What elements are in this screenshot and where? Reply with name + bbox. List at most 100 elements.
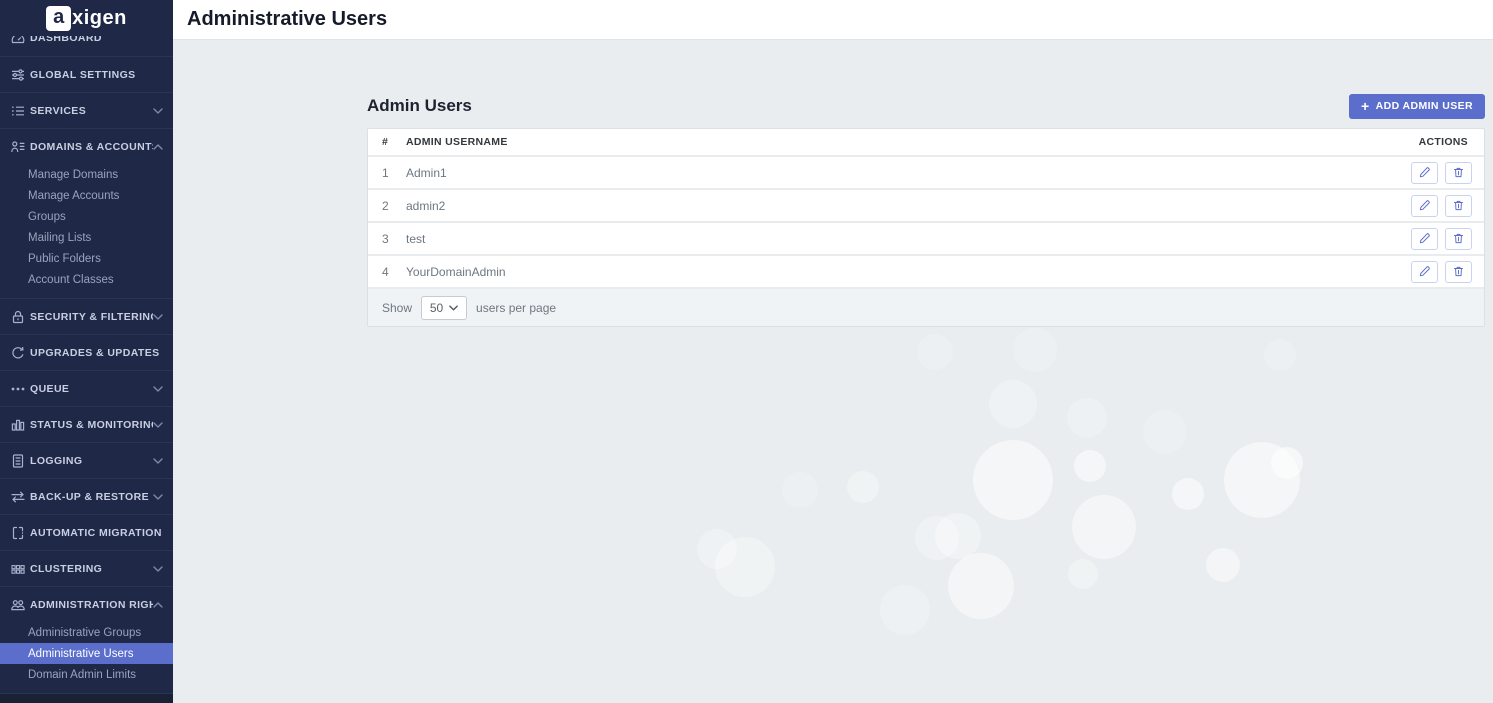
row-username: admin2 [406, 199, 1408, 213]
background-bubble [697, 529, 737, 569]
trash-icon [1452, 199, 1465, 212]
panel-header: Admin Users + ADD ADMIN USER [367, 93, 1485, 119]
upgrades-updates-icon [10, 345, 26, 361]
trash-icon [1452, 166, 1465, 179]
administration-rights-icon [10, 597, 26, 613]
column-header-actions: ACTIONS [1408, 136, 1484, 148]
background-bubble [715, 537, 775, 597]
axigen-logo[interactable]: axigen [46, 6, 127, 31]
background-bubble [1072, 495, 1136, 559]
add-admin-user-button[interactable]: + ADD ADMIN USER [1349, 94, 1485, 119]
row-username: YourDomainAdmin [406, 265, 1408, 279]
per-page-select[interactable]: 50 [421, 296, 467, 320]
sidebar-item-automatic-migration[interactable]: AUTOMATIC MIGRATION [0, 514, 173, 550]
sidebar-item-public-folders[interactable]: Public Folders [0, 248, 173, 269]
edit-user-button[interactable] [1411, 195, 1438, 217]
delete-user-button[interactable] [1445, 261, 1472, 283]
pencil-icon [1418, 166, 1431, 179]
add-admin-user-label: ADD ADMIN USER [1376, 100, 1473, 112]
sidebar-item-administrative-groups[interactable]: Administrative Groups [0, 622, 173, 643]
sidebar-item-mailing-lists[interactable]: Mailing Lists [0, 227, 173, 248]
sidebar-item-domains-accounts[interactable]: DOMAINS & ACCOUNTS [0, 128, 173, 164]
table-header-row: # ADMIN USERNAME ACTIONS [368, 129, 1484, 157]
sidebar-subitem-label: Administrative Users [28, 648, 133, 660]
chevron-down-icon [153, 566, 163, 572]
table-footer: Show 50 users per page [368, 289, 1484, 326]
row-number: 3 [368, 232, 406, 246]
sidebar-item-domain-admin-limits[interactable]: Domain Admin Limits [0, 664, 173, 685]
sidebar-item-label: ADMINISTRATION RIGHTS [30, 599, 153, 611]
delete-user-button[interactable] [1445, 162, 1472, 184]
sidebar-item-label: CLUSTERING [30, 563, 153, 575]
sidebar-item-account-classes[interactable]: Account Classes [0, 269, 173, 290]
sidebar-item-administration-rights[interactable]: ADMINISTRATION RIGHTS [0, 586, 173, 622]
sidebar-item-global-settings[interactable]: GLOBAL SETTINGS [0, 56, 173, 92]
row-username: Admin1 [406, 166, 1408, 180]
sidebar-subitem-label: Groups [28, 211, 66, 223]
sidebar-item-upgrades-updates[interactable]: UPGRADES & UPDATES [0, 334, 173, 370]
sidebar-item-groups[interactable]: Groups [0, 206, 173, 227]
sidebar-item-manage-domains[interactable]: Manage Domains [0, 164, 173, 185]
sidebar-subitem-label: Account Classes [28, 274, 114, 286]
background-bubble [1271, 447, 1303, 479]
sidebar-item-label: UPGRADES & UPDATES [30, 347, 163, 359]
sidebar-item-clustering[interactable]: CLUSTERING [0, 550, 173, 586]
per-page-value: 50 [430, 301, 443, 315]
sidebar-item-queue[interactable]: QUEUE [0, 370, 173, 406]
sidebar-item-label: QUEUE [30, 383, 153, 395]
queue-icon [10, 381, 26, 397]
sidebar-bottom-strip [0, 693, 173, 703]
background-bubble [1143, 410, 1187, 454]
sidebar-item-label: SERVICES [30, 105, 153, 117]
sidebar-subitem-label: Manage Accounts [28, 190, 119, 202]
admin-users-panel: Admin Users + ADD ADMIN USER # ADMIN USE… [367, 93, 1485, 327]
status-monitoring-icon [10, 417, 26, 433]
column-header-number: # [368, 136, 406, 148]
sidebar-subitem-label: Domain Admin Limits [28, 669, 136, 681]
table-row: 4 YourDomainAdmin [368, 256, 1484, 289]
sidebar-item-label: DOMAINS & ACCOUNTS [30, 141, 153, 153]
row-number: 1 [368, 166, 406, 180]
table-row: 2 admin2 [368, 190, 1484, 223]
sidebar-item-label: AUTOMATIC MIGRATION [30, 527, 163, 539]
background-bubble [915, 516, 959, 560]
sidebar-item-security-filtering[interactable]: SECURITY & FILTERING [0, 298, 173, 334]
edit-user-button[interactable] [1411, 162, 1438, 184]
sidebar-item-back-up-restore[interactable]: BACK-UP & RESTORE [0, 478, 173, 514]
chevron-down-icon [153, 314, 163, 320]
table-row: 3 test [368, 223, 1484, 256]
pencil-icon [1418, 232, 1431, 245]
background-bubble [880, 585, 930, 635]
sidebar-subitem-label: Mailing Lists [28, 232, 91, 244]
sidebar: DASHBOARD GLOBAL SETTINGS SERVICES DOMAI… [0, 0, 173, 703]
sidebar-subitem-label: Administrative Groups [28, 627, 141, 639]
page-title: Administrative Users [187, 8, 387, 31]
row-username: test [406, 232, 1408, 246]
edit-user-button[interactable] [1411, 228, 1438, 250]
sidebar-item-label: STATUS & MONITORING [30, 419, 153, 431]
delete-user-button[interactable] [1445, 228, 1472, 250]
delete-user-button[interactable] [1445, 195, 1472, 217]
sidebar-item-manage-accounts[interactable]: Manage Accounts [0, 185, 173, 206]
background-bubble [1068, 559, 1098, 589]
pencil-icon [1418, 265, 1431, 278]
sidebar-item-administrative-users[interactable]: Administrative Users [0, 643, 173, 664]
sidebar-item-logging[interactable]: LOGGING [0, 442, 173, 478]
background-bubble [989, 380, 1037, 428]
logo-a-mark: a [46, 6, 71, 31]
sidebar-item-status-monitoring[interactable]: STATUS & MONITORING [0, 406, 173, 442]
trash-icon [1452, 232, 1465, 245]
table-row: 1 Admin1 [368, 157, 1484, 190]
column-header-username: ADMIN USERNAME [406, 136, 1408, 148]
backup-restore-icon [10, 489, 26, 505]
sidebar-item-services[interactable]: SERVICES [0, 92, 173, 128]
background-bubble [782, 472, 818, 508]
show-label: Show [382, 301, 412, 315]
edit-user-button[interactable] [1411, 261, 1438, 283]
sidebar-subitem-label: Manage Domains [28, 169, 118, 181]
sidebar-item-label: BACK-UP & RESTORE [30, 491, 153, 503]
logging-icon [10, 453, 26, 469]
sidebar-item-label: GLOBAL SETTINGS [30, 69, 163, 81]
background-bubble [973, 440, 1053, 520]
background-bubble [948, 553, 1014, 619]
